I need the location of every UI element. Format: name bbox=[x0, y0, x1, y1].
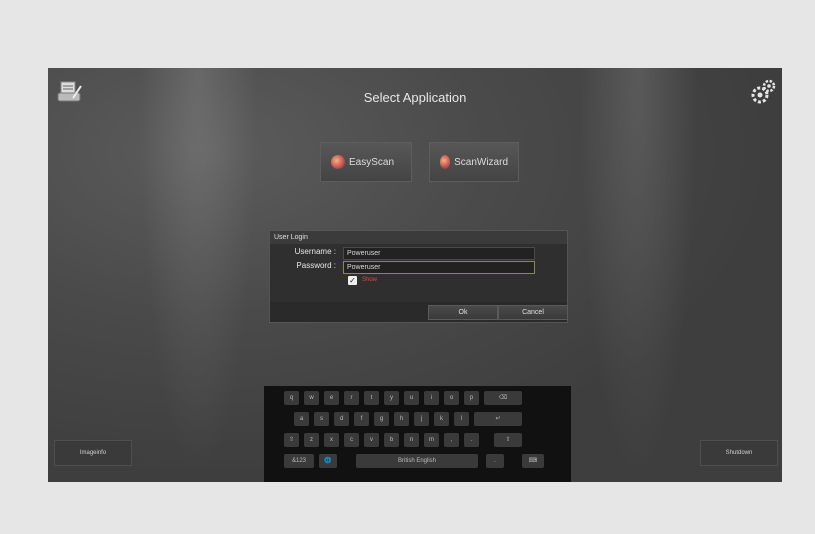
show-password-label: Show bbox=[362, 277, 378, 283]
imageinfo-button[interactable]: Imageinfo bbox=[54, 440, 132, 466]
username-label: Username : bbox=[294, 247, 336, 256]
key[interactable]: f bbox=[354, 412, 369, 426]
page-title: Select Application bbox=[363, 90, 467, 105]
dialog-footer: Ok Cancel bbox=[270, 302, 568, 322]
shift-right-key[interactable]: ⇧ bbox=[494, 433, 522, 447]
easyscan-logo-icon bbox=[331, 155, 345, 169]
spotlight-left bbox=[138, 68, 258, 482]
enter-key[interactable]: ↵ bbox=[474, 412, 522, 426]
scanwizard-button[interactable]: ScanWizard bbox=[429, 142, 519, 182]
spotlight-right bbox=[578, 68, 698, 482]
key[interactable]: g bbox=[374, 412, 389, 426]
key[interactable]: b bbox=[384, 433, 399, 447]
onscreen-keyboard: q w e r t y u i o p ⌫ a s d f g h j k l … bbox=[264, 386, 571, 482]
settings-gears-icon[interactable] bbox=[746, 75, 780, 109]
cancel-button[interactable]: Cancel bbox=[498, 305, 568, 320]
key[interactable]: z bbox=[304, 433, 319, 447]
key[interactable]: l bbox=[454, 412, 469, 426]
key[interactable]: t bbox=[364, 391, 379, 405]
key[interactable]: a bbox=[294, 412, 309, 426]
key[interactable]: , bbox=[444, 433, 459, 447]
key[interactable]: m bbox=[424, 433, 439, 447]
key[interactable]: p bbox=[464, 391, 479, 405]
ok-button[interactable]: Ok bbox=[428, 305, 498, 320]
app-window: Select Application EasyScan ScanWizard U… bbox=[48, 68, 782, 482]
numbers-key[interactable]: &123 bbox=[284, 454, 314, 468]
scanwizard-label: ScanWizard bbox=[454, 156, 508, 168]
dialog-title: User Login bbox=[270, 231, 567, 244]
key[interactable]: j bbox=[414, 412, 429, 426]
scanwizard-logo-icon bbox=[440, 155, 451, 169]
key[interactable]: i bbox=[424, 391, 439, 405]
password-label: Password : bbox=[296, 261, 336, 270]
easyscan-label: EasyScan bbox=[349, 156, 395, 168]
password-field[interactable]: Poweruser bbox=[343, 261, 535, 274]
key[interactable]: r bbox=[344, 391, 359, 405]
key[interactable]: h bbox=[394, 412, 409, 426]
shift-left-key[interactable]: ⇧ bbox=[284, 433, 299, 447]
key[interactable]: s bbox=[314, 412, 329, 426]
user-login-dialog: User Login Username : Poweruser Password… bbox=[269, 230, 568, 323]
username-field[interactable]: Poweruser bbox=[343, 247, 535, 260]
key[interactable]: u bbox=[404, 391, 419, 405]
backspace-key[interactable]: ⌫ bbox=[484, 391, 522, 405]
period-key[interactable]: . bbox=[486, 454, 504, 468]
key[interactable]: x bbox=[324, 433, 339, 447]
key[interactable]: y bbox=[384, 391, 399, 405]
key[interactable]: k bbox=[434, 412, 449, 426]
globe-icon[interactable]: 🌐 bbox=[319, 454, 337, 468]
key[interactable]: q bbox=[284, 391, 299, 405]
key[interactable]: . bbox=[464, 433, 479, 447]
show-password-checkbox[interactable]: ✓ bbox=[348, 276, 357, 285]
key[interactable]: o bbox=[444, 391, 459, 405]
spacebar-key[interactable]: British English bbox=[356, 454, 478, 468]
keyboard-hide-icon[interactable]: ⌨ bbox=[522, 454, 544, 468]
key[interactable]: n bbox=[404, 433, 419, 447]
key[interactable]: c bbox=[344, 433, 359, 447]
key[interactable]: w bbox=[304, 391, 319, 405]
key[interactable]: e bbox=[324, 391, 339, 405]
easyscan-button[interactable]: EasyScan bbox=[320, 142, 412, 182]
shutdown-button[interactable]: Shutdown bbox=[700, 440, 778, 466]
key[interactable]: d bbox=[334, 412, 349, 426]
key[interactable]: v bbox=[364, 433, 379, 447]
